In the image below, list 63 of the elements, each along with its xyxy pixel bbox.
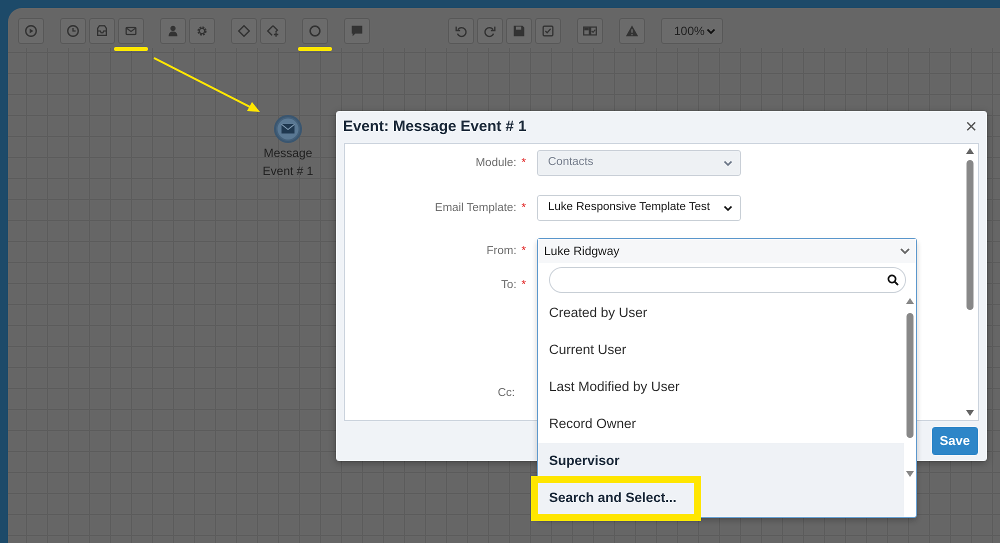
redo-icon bbox=[483, 24, 497, 38]
highlight-underline bbox=[298, 47, 332, 51]
caret-icon bbox=[706, 26, 716, 36]
field-label: Module: bbox=[476, 156, 517, 171]
toolbar-button[interactable] bbox=[506, 18, 532, 44]
toolbar-button[interactable] bbox=[577, 18, 603, 44]
warning-icon bbox=[625, 24, 639, 38]
toolbar-button[interactable] bbox=[60, 18, 86, 44]
gear-icon bbox=[195, 24, 209, 38]
toolbar-button[interactable] bbox=[448, 18, 474, 44]
toolbar-button[interactable] bbox=[477, 18, 503, 44]
dropdown-option[interactable]: Last Modified by User bbox=[538, 369, 904, 406]
circle-icon bbox=[308, 24, 322, 38]
undo-icon bbox=[454, 24, 468, 38]
clock-icon bbox=[66, 24, 80, 38]
person-icon bbox=[166, 24, 180, 38]
save-button[interactable]: Save bbox=[932, 427, 978, 455]
required-asterisk: * bbox=[522, 244, 526, 259]
field-label: From: bbox=[486, 244, 517, 259]
required-asterisk: * bbox=[522, 201, 526, 216]
message-event-icon bbox=[273, 114, 303, 144]
dropdown-option[interactable]: Record Owner bbox=[538, 406, 904, 443]
highlight-underline bbox=[114, 47, 148, 51]
toolbar-button[interactable] bbox=[118, 18, 144, 44]
inbox-icon bbox=[95, 24, 109, 38]
dropdown-option[interactable]: Created by User bbox=[538, 295, 904, 332]
search-field[interactable] bbox=[549, 267, 906, 293]
checkbox-icon bbox=[541, 24, 555, 38]
toolbar-button[interactable] bbox=[160, 18, 186, 44]
dropdown-option[interactable]: Supervisor bbox=[538, 443, 904, 480]
toolbar-button[interactable] bbox=[260, 18, 286, 44]
diamond-plus-icon bbox=[266, 24, 280, 38]
dropdown-option[interactable]: Current User bbox=[538, 332, 904, 369]
node-label: Message Event # 1 bbox=[262, 145, 314, 180]
envelope-icon bbox=[124, 24, 138, 38]
required-asterisk: * bbox=[522, 156, 526, 171]
cards-icon bbox=[583, 24, 597, 38]
field-label: To: bbox=[501, 278, 517, 293]
toolbar-button[interactable] bbox=[302, 18, 328, 44]
search-icon bbox=[887, 274, 899, 286]
select-field[interactable]: Luke Responsive Template Test bbox=[537, 195, 741, 221]
from-select[interactable]: Luke Ridgway bbox=[538, 239, 916, 263]
play-icon bbox=[24, 24, 38, 38]
save-icon bbox=[512, 24, 526, 38]
toolbar-button[interactable] bbox=[189, 18, 215, 44]
scrollbar[interactable] bbox=[964, 146, 976, 418]
zoom-value: 100% bbox=[674, 23, 705, 40]
diamond-icon bbox=[237, 24, 251, 38]
toolbar-button[interactable] bbox=[344, 18, 370, 44]
field-label: Cc: bbox=[498, 386, 515, 402]
toolbar-button[interactable] bbox=[535, 18, 561, 44]
close-button[interactable]: × bbox=[965, 117, 977, 137]
toolbar-button[interactable] bbox=[89, 18, 115, 44]
speech-bubble-icon bbox=[350, 24, 364, 38]
toolbar-button[interactable] bbox=[231, 18, 257, 44]
required-asterisk: * bbox=[522, 278, 526, 293]
field-label: Email Template: bbox=[434, 201, 517, 216]
select-field: Contacts bbox=[537, 150, 741, 176]
toolbar-button[interactable] bbox=[619, 18, 645, 44]
toolbar-button[interactable] bbox=[18, 18, 44, 44]
caret-icon bbox=[723, 158, 733, 168]
caret-icon bbox=[723, 203, 733, 213]
dialog-title: Event: Message Event # 1 bbox=[343, 116, 526, 137]
